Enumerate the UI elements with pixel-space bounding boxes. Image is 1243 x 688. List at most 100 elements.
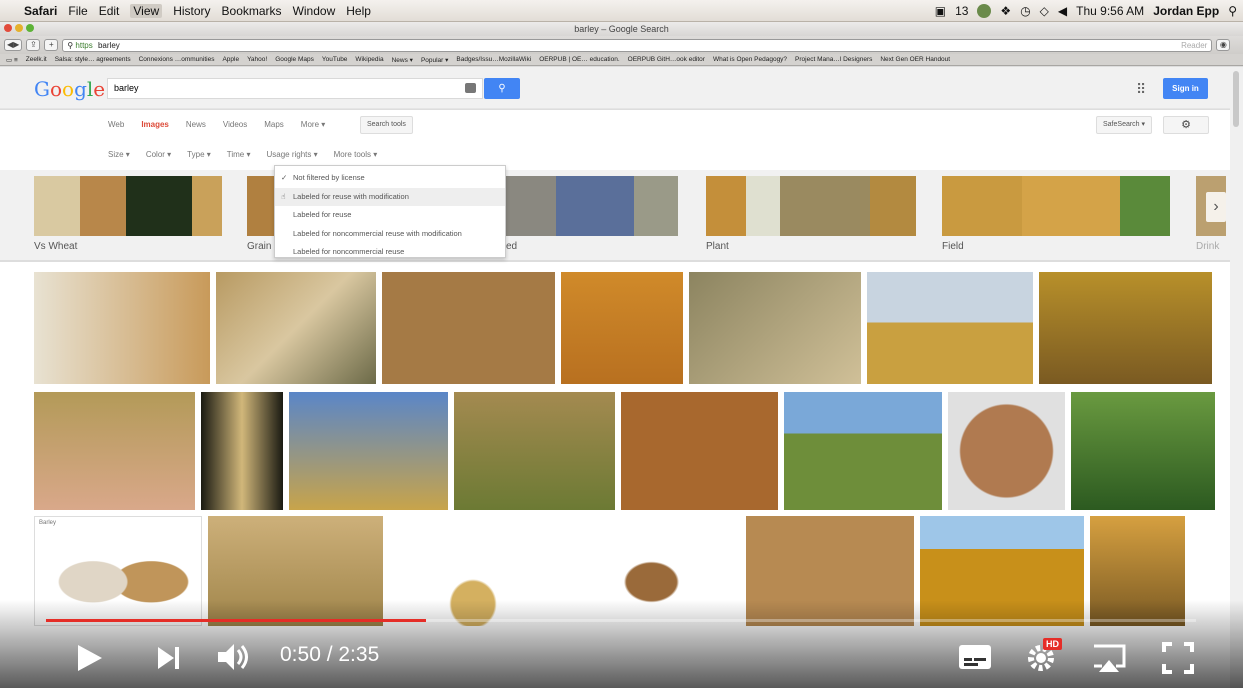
bookmark-item[interactable]: OERPUB GitH…ook editor — [628, 56, 705, 63]
minimize-window-icon[interactable] — [15, 24, 23, 32]
bookmark-item[interactable]: Popular ▾ — [421, 56, 448, 64]
image-result[interactable] — [382, 272, 555, 384]
search-button[interactable]: ⚲ — [484, 78, 520, 99]
app-status-icon[interactable] — [977, 4, 992, 18]
bookmark-item[interactable]: Next Gen OER Handout — [880, 56, 950, 63]
gear-icon[interactable]: ⚙ — [1163, 116, 1209, 134]
image-result[interactable] — [201, 392, 283, 510]
image-result[interactable] — [289, 392, 448, 510]
close-window-icon[interactable] — [4, 24, 12, 32]
filter-color[interactable]: Color ▾ — [146, 150, 171, 159]
reading-list-icon[interactable]: ▭ ≡ — [6, 56, 18, 64]
wifi-icon[interactable]: ◇ — [1040, 4, 1049, 18]
image-result[interactable] — [621, 392, 778, 510]
downloads-icon[interactable]: ◉ — [1216, 39, 1231, 51]
menu-history[interactable]: History — [173, 4, 210, 18]
menu-view[interactable]: View — [130, 3, 163, 18]
scrollbar-thumb[interactable] — [1233, 71, 1239, 127]
zoom-window-icon[interactable] — [26, 24, 34, 32]
filter-usage-rights[interactable]: Usage rights ▾ — [266, 150, 317, 159]
filter-more-tools[interactable]: More tools ▾ — [334, 150, 378, 159]
user-name[interactable]: Jordan Epp — [1153, 4, 1219, 18]
usage-rights-option[interactable]: Labeled for noncommercial reuse — [275, 243, 505, 262]
google-header: Google barley ⚲ ⠿ Sign in — [0, 67, 1230, 109]
option-label: Not filtered by license — [293, 173, 365, 182]
related-item[interactable]: Vs Wheat — [34, 176, 222, 252]
related-item[interactable]: ed — [506, 176, 678, 252]
usage-rights-option[interactable]: ✓ Not filtered by license — [275, 169, 505, 188]
dropbox-icon[interactable]: ❖ — [1000, 4, 1011, 18]
menu-help[interactable]: Help — [346, 4, 371, 18]
image-result[interactable] — [34, 392, 195, 510]
bookmark-item[interactable]: OERPUB | OE… education. — [539, 56, 619, 63]
related-item[interactable]: Plant — [706, 176, 916, 252]
bookmark-item[interactable]: What is Open Pedagogy? — [713, 56, 787, 63]
tab-maps[interactable]: Maps — [264, 116, 284, 134]
menu-file[interactable]: File — [68, 4, 87, 18]
bookmark-item[interactable]: Salsa: style… agreements — [55, 56, 131, 63]
menu-edit[interactable]: Edit — [99, 4, 120, 18]
image-result[interactable] — [867, 272, 1033, 384]
camera-icon[interactable] — [465, 83, 476, 93]
google-logo[interactable]: Google — [34, 77, 105, 101]
play-icon[interactable] — [76, 643, 104, 673]
bookmark-item[interactable]: Wikipedia — [355, 56, 383, 63]
filter-size[interactable]: Size ▾ — [108, 150, 130, 159]
usage-rights-option[interactable]: Labeled for noncommercial reuse with mod… — [275, 225, 505, 244]
share-icon[interactable]: ⇪ — [26, 39, 41, 51]
filter-type[interactable]: Type ▾ — [187, 150, 211, 159]
image-result[interactable] — [948, 392, 1065, 510]
spotlight-icon[interactable]: ⚲ — [1228, 4, 1237, 18]
image-result[interactable] — [1039, 272, 1212, 384]
usage-rights-option[interactable]: ☝ Labeled for reuse with modification — [275, 187, 505, 206]
bookmark-item[interactable]: Yahoo! — [247, 56, 267, 63]
image-result[interactable] — [689, 272, 861, 384]
next-icon[interactable] — [156, 645, 182, 671]
fullscreen-icon[interactable] — [1162, 642, 1194, 674]
tab-more[interactable]: More ▾ — [301, 116, 325, 134]
image-result[interactable] — [784, 392, 942, 510]
image-result[interactable] — [561, 272, 683, 384]
tab-images[interactable]: Images — [141, 116, 169, 134]
filter-time[interactable]: Time ▾ — [227, 150, 251, 159]
search-tools-button[interactable]: Search tools — [360, 116, 413, 134]
bookmark-item[interactable]: Connexions …ommunities — [139, 56, 215, 63]
tab-videos[interactable]: Videos — [223, 116, 247, 134]
bookmark-item[interactable]: YouTube — [322, 56, 348, 63]
bookmark-item[interactable]: News ▾ — [392, 56, 413, 64]
apps-grid-icon[interactable]: ⠿ — [1136, 81, 1146, 98]
image-result[interactable] — [454, 392, 615, 510]
timemachine-icon[interactable]: ◷ — [1020, 4, 1030, 18]
volume-icon[interactable]: ◀ — [1058, 4, 1067, 18]
volume-icon[interactable] — [216, 642, 252, 672]
bookmark-item[interactable]: Apple — [222, 56, 239, 63]
bookmark-item[interactable]: Badges/Issu…MozillaWiki — [456, 56, 531, 63]
menu-app[interactable]: Safari — [24, 4, 57, 18]
search-input[interactable]: barley — [107, 78, 483, 99]
menu-bookmarks[interactable]: Bookmarks — [222, 4, 282, 18]
add-bookmark-button[interactable]: + — [44, 39, 59, 51]
reader-button[interactable]: Reader — [1181, 40, 1207, 51]
tab-news[interactable]: News — [186, 116, 206, 134]
clock[interactable]: Thu 9:56 AM — [1076, 4, 1144, 18]
menu-window[interactable]: Window — [293, 4, 336, 18]
image-result[interactable] — [216, 272, 376, 384]
progress-bar[interactable] — [46, 619, 1196, 622]
tab-web[interactable]: Web — [108, 116, 124, 134]
safesearch-button[interactable]: SafeSearch ▾ — [1096, 116, 1153, 134]
usage-rights-option[interactable]: Labeled for reuse — [275, 206, 505, 225]
airplay-icon[interactable] — [1090, 642, 1128, 674]
adobe-icon[interactable]: ▣ — [935, 4, 946, 18]
related-item[interactable]: Field — [942, 176, 1170, 252]
bookmark-item[interactable]: Google Maps — [275, 56, 314, 63]
bookmark-item[interactable]: Project Mana…l Designers — [795, 56, 872, 63]
address-bar[interactable]: ⚲ https barley Reader — [62, 38, 1213, 52]
subtitles-icon[interactable] — [958, 644, 992, 670]
page-scrollbar[interactable] — [1230, 67, 1243, 688]
image-result[interactable] — [34, 272, 210, 384]
sign-in-button[interactable]: Sign in — [1163, 78, 1208, 99]
back-button[interactable]: ◀▶ — [4, 39, 23, 51]
bookmark-item[interactable]: Zeelk.it — [26, 56, 47, 63]
image-result[interactable] — [1071, 392, 1215, 510]
chevron-right-icon[interactable]: › — [1206, 192, 1226, 222]
